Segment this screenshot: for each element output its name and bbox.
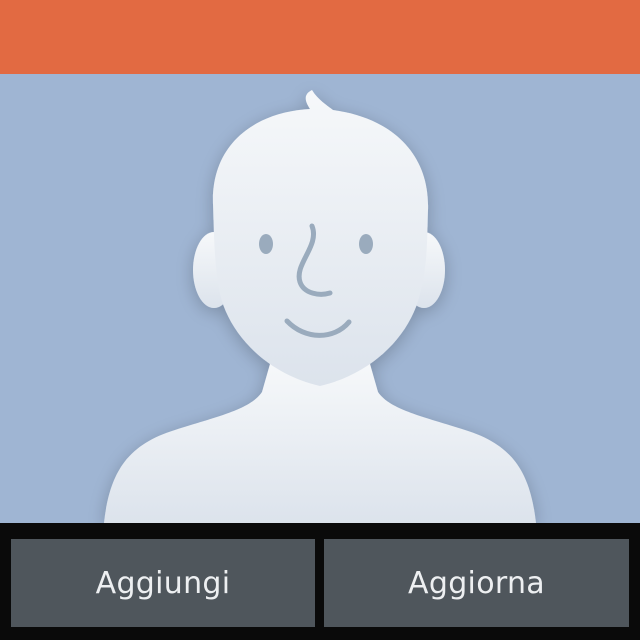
button-row: Aggiungi Aggiorna xyxy=(0,523,640,640)
contact-photo xyxy=(0,74,640,523)
contact-photo-screen: Aggiungi Aggiorna xyxy=(0,0,640,640)
update-button[interactable]: Aggiorna xyxy=(324,539,629,627)
default-avatar-icon xyxy=(0,74,640,523)
left-eye xyxy=(259,234,273,254)
right-eye xyxy=(359,234,373,254)
header-bar xyxy=(0,0,640,74)
add-button[interactable]: Aggiungi xyxy=(11,539,315,627)
